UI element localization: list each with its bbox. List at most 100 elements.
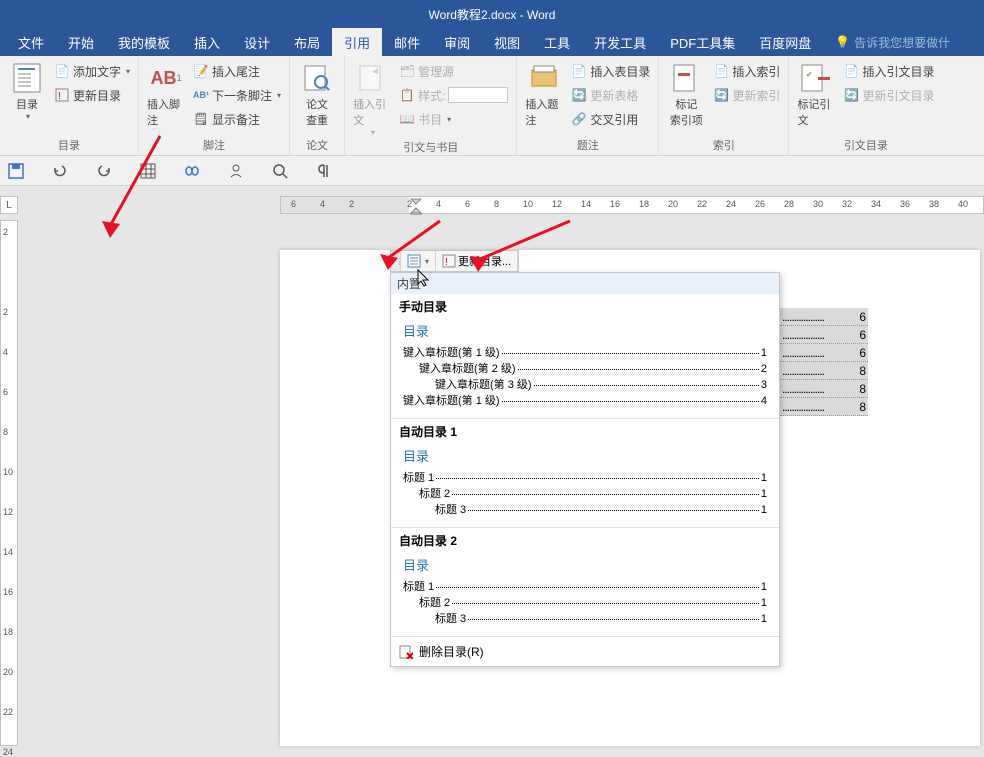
svg-text:✔: ✔ (806, 70, 813, 79)
search-icon[interactable] (272, 163, 288, 179)
group-label: 引文与书目 (351, 139, 510, 155)
group-label: 论文 (296, 137, 338, 153)
toc-preview-line: 标题 11 (403, 469, 767, 485)
toc-preview-line: 键入章标题(第 1 级)1 (403, 344, 767, 360)
redo-icon[interactable] (96, 163, 112, 179)
toc-option-auto1[interactable]: 自动目录 1 目录 标题 11标题 21标题 31 (391, 419, 779, 528)
toc-preview-line: 标题 21 (403, 594, 767, 610)
remove-toc-button[interactable]: 删除目录(R) (391, 637, 779, 666)
link-icon[interactable] (184, 163, 200, 179)
update-authorities-button[interactable]: 🔄更新引文目录 (841, 84, 936, 106)
tab-references[interactable]: 引用 (332, 28, 382, 56)
vertical-ruler[interactable]: 224681012141618202224 (0, 220, 18, 746)
cross-reference-button[interactable]: 🔗交叉引用 (569, 108, 652, 130)
dropdown-arrow-icon: ▾ (447, 115, 451, 124)
tab-home[interactable]: 开始 (56, 28, 106, 56)
insert-table-figures-button[interactable]: 📄插入表目录 (569, 60, 652, 82)
toc-gallery-button[interactable]: ▾ (401, 251, 436, 271)
update-table-icon: 🔄 (571, 87, 587, 103)
tab-file[interactable]: 文件 (6, 28, 56, 56)
insert-caption-button[interactable]: 插入题注 (523, 60, 565, 130)
group-label: 索引 (665, 137, 782, 153)
bibliography-button[interactable]: 📖书目▾ (397, 108, 510, 130)
existing-toc-fragment: ..................6..................6..… (780, 308, 868, 416)
updateauth-icon: 🔄 (843, 87, 859, 103)
remove-icon (399, 645, 413, 659)
toc-preview-line: 键入章标题(第 2 级)2 (403, 360, 767, 376)
workspace: L 64224681012141618202224262830323436384… (0, 186, 984, 746)
tab-baidu[interactable]: 百度网盘 (747, 28, 823, 56)
add-text-label: 添加文字 (73, 63, 121, 80)
tab-mailings[interactable]: 邮件 (382, 28, 432, 56)
update-auth-label: 更新引文目录 (862, 87, 934, 104)
next-footnote-label: 下一条脚注 (212, 87, 272, 104)
tab-tools[interactable]: 工具 (532, 28, 582, 56)
mark-index-button[interactable]: 标记 索引项 (665, 60, 707, 130)
tell-me[interactable]: 💡告诉我您想要做什 (823, 28, 950, 56)
insert-footnote-button[interactable]: AB1 插入脚注 (145, 60, 187, 130)
toc-preview-line: 键入章标题(第 1 级)4 (403, 392, 767, 408)
next-footnote-button[interactable]: AB¹下一条脚注▾ (191, 84, 283, 106)
manage-sources-button[interactable]: 🗂管理源 (397, 60, 510, 82)
toc-button[interactable]: 目录 ▾ (6, 60, 48, 123)
paragraph-icon[interactable] (316, 163, 332, 179)
toc-field-toolbar: ⋮⋮ ▾ ! 更新目录... (390, 250, 519, 272)
toc-entry: ..................8 (780, 380, 868, 398)
add-text-button[interactable]: 📄添加文字▾ (52, 60, 132, 82)
person-icon[interactable] (228, 163, 244, 179)
group-footnotes: AB1 插入脚注 📝插入尾注 AB¹下一条脚注▾ 🗒显示备注 脚注 (139, 56, 290, 155)
toc-option-manual[interactable]: 手动目录 目录 键入章标题(第 1 级)1键入章标题(第 2 级)2键入章标题(… (391, 294, 779, 419)
insert-citation-button[interactable]: 插入引文 ▾ (351, 60, 393, 139)
toc-label: 目录 (16, 96, 38, 112)
tab-review[interactable]: 审阅 (432, 28, 482, 56)
document-page[interactable]: ..................6..................6..… (280, 250, 980, 746)
toc-update-button[interactable]: ! 更新目录... (436, 251, 518, 271)
tab-design[interactable]: 设计 (232, 28, 282, 56)
insert-authorities-button[interactable]: 📄插入引文目录 (841, 60, 936, 82)
shownotes-icon: 🗒 (193, 111, 209, 127)
mark-citation-label: 标记引文 (797, 96, 835, 128)
insert-endnote-button[interactable]: 📝插入尾注 (191, 60, 283, 82)
toc-entry: ..................6 (780, 326, 868, 344)
toc-option-auto2[interactable]: 自动目录 2 目录 标题 11标题 21标题 31 (391, 528, 779, 637)
tab-pdf[interactable]: PDF工具集 (658, 28, 747, 56)
endnote-icon: 📝 (193, 63, 209, 79)
tab-insert[interactable]: 插入 (182, 28, 232, 56)
remove-label: 删除目录(R) (419, 643, 484, 660)
tab-templates[interactable]: 我的模板 (106, 28, 182, 56)
group-authorities: ✔ 标记引文 📄插入引文目录 🔄更新引文目录 引文目录 (789, 56, 942, 155)
tell-me-text: 告诉我您想要做什 (854, 34, 950, 51)
document-title: Word教程2.docx - Word (429, 6, 556, 23)
insert-index-label: 插入索引 (732, 63, 780, 80)
svg-text:!: ! (445, 257, 448, 268)
mark-citation-button[interactable]: ✔ 标记引文 (795, 60, 837, 130)
tab-view[interactable]: 视图 (482, 28, 532, 56)
horizontal-ruler[interactable]: 642246810121416182022242628303234363840 (280, 196, 984, 214)
insert-index-button[interactable]: 📄插入索引 (711, 60, 782, 82)
insertauth-icon: 📄 (843, 63, 859, 79)
update-toc-button[interactable]: !更新目录 (52, 84, 132, 106)
save-icon[interactable] (8, 163, 24, 179)
builtin-header: 内置 (391, 273, 779, 294)
toc-entry: ..................8 (780, 362, 868, 380)
tab-layout[interactable]: 布局 (282, 28, 332, 56)
grip-icon[interactable]: ⋮⋮ (391, 251, 401, 271)
insertindex-icon: 📄 (713, 63, 729, 79)
lookup-button[interactable]: 论文 查重 (296, 60, 338, 130)
update-index-button[interactable]: 🔄更新索引 (711, 84, 782, 106)
undo-icon[interactable] (52, 163, 68, 179)
show-notes-button[interactable]: 🗒显示备注 (191, 108, 283, 130)
group-citations: 插入引文 ▾ 🗂管理源 📋样式: 📖书目▾ 引文与书目 (345, 56, 517, 155)
manage-icon: 🗂 (399, 63, 415, 79)
manage-label: 管理源 (418, 63, 454, 80)
tab-developer[interactable]: 开发工具 (582, 28, 658, 56)
tab-selector[interactable]: L (0, 196, 18, 214)
update-table-button[interactable]: 🔄更新表格 (569, 84, 652, 106)
add-text-icon: 📄 (54, 63, 70, 79)
lookup-icon (301, 62, 333, 94)
group-index: 标记 索引项 📄插入索引 🔄更新索引 索引 (659, 56, 789, 155)
table-icon[interactable] (140, 163, 156, 179)
style-label: 样式: (418, 87, 445, 104)
style-dropdown[interactable]: 📋样式: (397, 84, 510, 106)
update-toc-label: 更新目录 (73, 87, 121, 104)
